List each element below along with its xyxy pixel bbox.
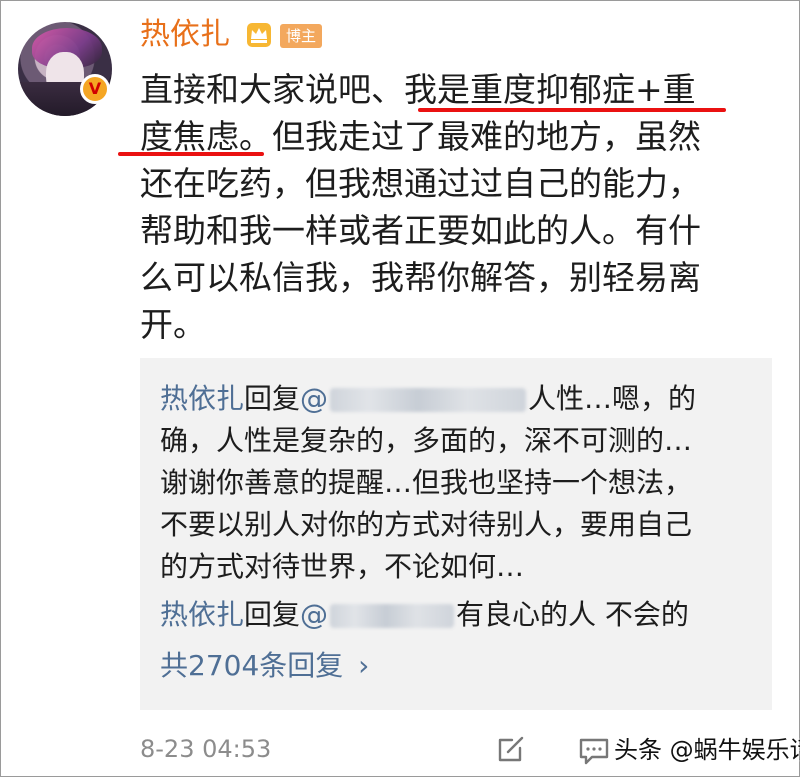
- post-line: 么可以私信我，我帮你解答，别轻易离: [140, 258, 701, 297]
- reply-line: 确，人性是复杂的，多面的，深不可测的…: [160, 424, 693, 457]
- blurred-mention: [330, 604, 455, 628]
- post-timestamp: 8-23 04:53: [140, 735, 272, 763]
- reply-item[interactable]: 热依扎回复@ 有良心的人 不会的: [160, 594, 689, 636]
- mention-at[interactable]: @: [300, 382, 328, 415]
- reply-text: 有良心的人 不会的: [456, 598, 689, 631]
- highlight-underline: [118, 152, 264, 156]
- post-line: 还在吃药，但我想通过过自己的能力，: [140, 164, 701, 203]
- reply-text: 人性…嗯，的: [528, 382, 697, 415]
- reply-line: 热依扎回复@ 人性…嗯，的: [160, 378, 696, 420]
- reply-item[interactable]: 热依扎回复@ 人性…嗯，的 确，人性是复杂的，多面的，深不可测的… 谢谢你善意的提…: [160, 378, 696, 588]
- owner-badge: 博主: [280, 24, 323, 48]
- more-replies-link[interactable]: 共2704条回复 ›: [160, 646, 369, 686]
- reply-line: 谢谢你善意的提醒…但我也坚持一个想法，: [160, 466, 693, 499]
- reply-author[interactable]: 热依扎: [160, 598, 244, 631]
- watermark-text: 头条 @蜗牛娱乐话: [614, 736, 800, 764]
- post-line: 直接和大家说吧、我是重度抑郁症+重: [140, 70, 696, 109]
- more-replies-label: 共2704条回复: [160, 649, 344, 682]
- post-line: 开。: [140, 305, 206, 344]
- reply-line: 的方式对待世界，不论如何…: [160, 550, 525, 583]
- verified-badge-icon: V: [80, 74, 110, 104]
- comment-icon[interactable]: [578, 736, 610, 766]
- reply-author[interactable]: 热依扎: [160, 382, 244, 415]
- mention-at[interactable]: @: [300, 598, 328, 631]
- reply-panel: 热依扎回复@ 人性…嗯，的 确，人性是复杂的，多面的，深不可测的… 谢谢你善意的提…: [140, 358, 772, 710]
- blurred-mention: [330, 388, 527, 412]
- crown-icon: [247, 23, 271, 47]
- reply-line: 热依扎回复@ 有良心的人 不会的: [160, 594, 689, 636]
- highlight-underline: [418, 108, 726, 112]
- reply-verb: 回复: [244, 598, 301, 631]
- post-line: 帮助和我一样或者正要如此的人。有什: [140, 211, 701, 250]
- reply-verb: 回复: [244, 382, 301, 415]
- reply-line: 不要以别人对你的方式对待别人，要用自己: [160, 508, 693, 541]
- username[interactable]: 热依扎: [140, 14, 230, 56]
- chevron-right-icon: ›: [358, 649, 370, 682]
- edit-icon[interactable]: [496, 734, 526, 764]
